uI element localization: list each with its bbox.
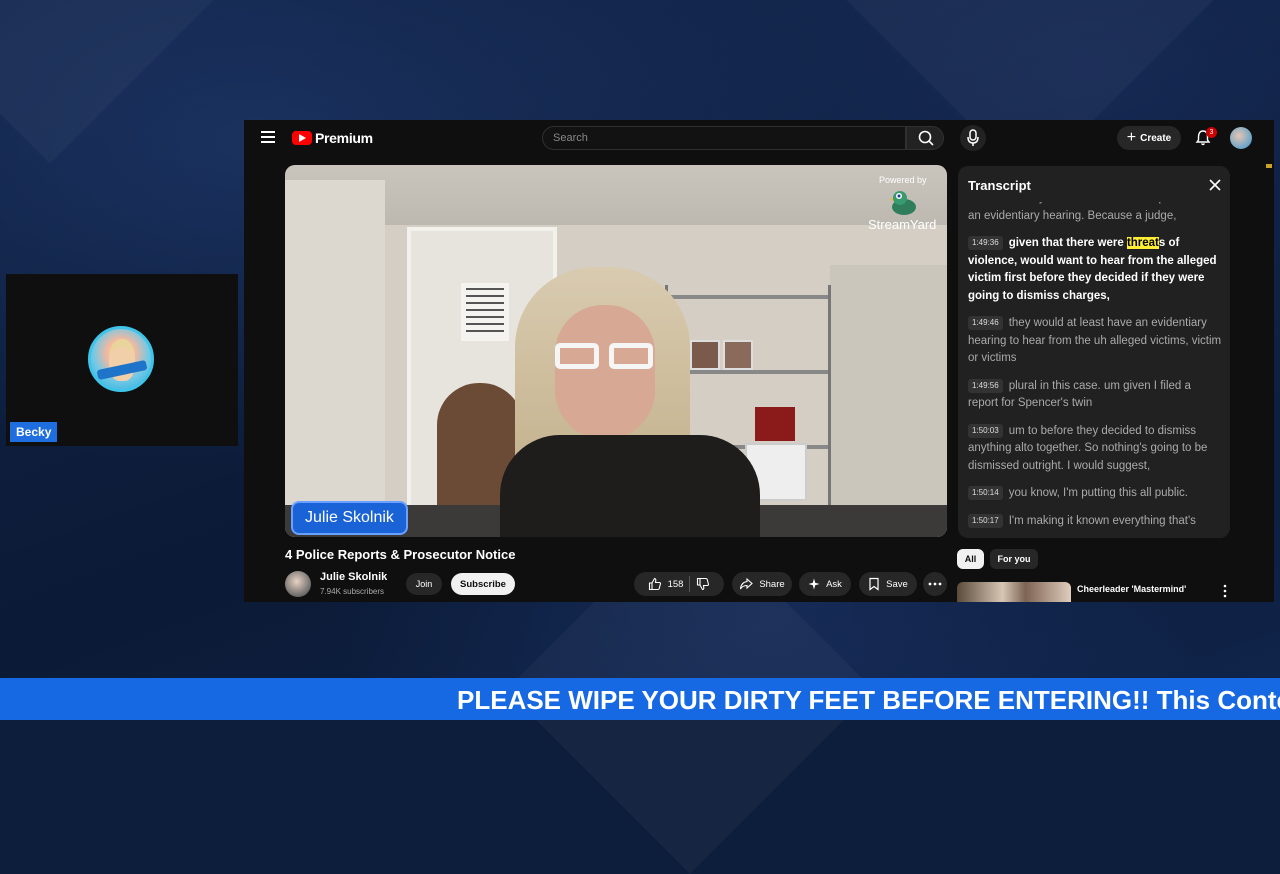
join-button[interactable]: Join [406,573,442,595]
more-vertical-icon[interactable] [1222,584,1228,598]
more-horizontal-icon [928,582,942,586]
profile-avatar-icon [88,326,154,392]
ask-button[interactable]: Ask [799,572,851,596]
search-button[interactable] [906,126,944,150]
transcript-segment[interactable]: least what they call an EV what he expla… [968,202,1224,225]
transcript-list: least what they call an EV what he expla… [968,202,1224,538]
streamyard-duck-icon [890,191,916,215]
chip-for-you[interactable]: For you [990,549,1038,569]
channel-avatar[interactable] [285,571,311,597]
transcript-title: Transcript [968,178,1031,193]
webcam-name-label: Becky [10,422,58,442]
youtube-play-icon [292,131,312,145]
more-actions-button[interactable] [923,572,947,596]
voice-search-button[interactable] [960,125,986,151]
bookmark-icon [869,577,879,591]
timestamp[interactable]: 1:49:46 [968,316,1003,330]
microphone-icon [967,129,979,146]
webcam-panel: Becky [6,274,238,446]
plus-icon: + [1126,129,1137,146]
search-placeholder: Search [553,132,588,144]
search-icon [918,130,934,146]
scrolling-ticker: PLEASE WIPE YOUR DIRTY FEET BEFORE ENTER… [0,678,1280,720]
subscriber-count: 7.94K subscribers [320,587,385,596]
like-count[interactable]: 158 [668,579,684,590]
thumbs-up-icon[interactable] [648,577,662,591]
timestamp[interactable]: 1:50:03 [968,423,1003,438]
search-highlight: threat [1126,237,1159,249]
transcript-segment[interactable]: 1:50:03 um to before they decided to dism… [968,423,1224,476]
video-player[interactable]: Powered by StreamYard Julie Skolnik [285,165,947,537]
share-button[interactable]: Share [732,572,792,596]
transcript-segment[interactable]: 1:50:17 I'm making it known everything th… [968,513,1224,531]
video-title: 4 Police Reports & Prosecutor Notice [285,547,516,562]
transcript-segment[interactable]: 1:49:46 they would at least have an evide… [968,315,1224,368]
transcript-segment-active[interactable]: 1:49:36 given that there were threats of … [968,235,1224,305]
streamyard-logo-text: StreamYard [868,217,937,232]
transcript-segment[interactable]: 1:50:14 you know, I'm putting this all pu… [968,485,1224,503]
subscribe-button[interactable]: Subscribe [451,573,515,595]
thumbs-down-icon[interactable] [696,577,710,591]
youtube-window: Premium Search + Create 3 Powered by Str… [244,120,1274,602]
scrollbar[interactable] [1266,164,1272,168]
create-button[interactable]: + Create [1117,126,1181,150]
recommended-title[interactable]: Cheerleader 'Mastermind' [1077,584,1186,594]
save-button[interactable]: Save [859,572,917,596]
recommended-thumbnail[interactable] [957,582,1071,602]
share-icon [740,577,754,590]
timestamp[interactable]: 1:49:36 [968,236,1003,250]
menu-icon[interactable] [261,131,275,143]
search-input[interactable]: Search [542,126,906,150]
sparkle-icon [808,578,820,590]
chip-all[interactable]: All [957,549,984,569]
ticker-text: PLEASE WIPE YOUR DIRTY FEET BEFORE ENTER… [457,685,1280,715]
timestamp[interactable]: 1:50:14 [968,486,1003,500]
account-avatar[interactable] [1230,127,1252,149]
notification-badge: 3 [1206,127,1217,138]
transcript-panel: Transcript least what they call an EV wh… [958,166,1230,538]
transcript-segment[interactable]: 1:49:56 plural in this case. um given I f… [968,378,1224,413]
youtube-logo[interactable]: Premium [292,130,373,146]
speaker-name-tag: Julie Skolnik [291,501,408,535]
timestamp[interactable]: 1:50:17 [968,513,1003,528]
channel-name[interactable]: Julie Skolnik [320,571,387,583]
close-icon[interactable] [1208,178,1222,192]
youtube-header: Premium Search + Create 3 [244,120,1274,158]
timestamp[interactable]: 1:49:56 [968,378,1003,393]
like-dislike-group: 158 [634,572,724,596]
powered-by-label: Powered by [879,175,927,185]
